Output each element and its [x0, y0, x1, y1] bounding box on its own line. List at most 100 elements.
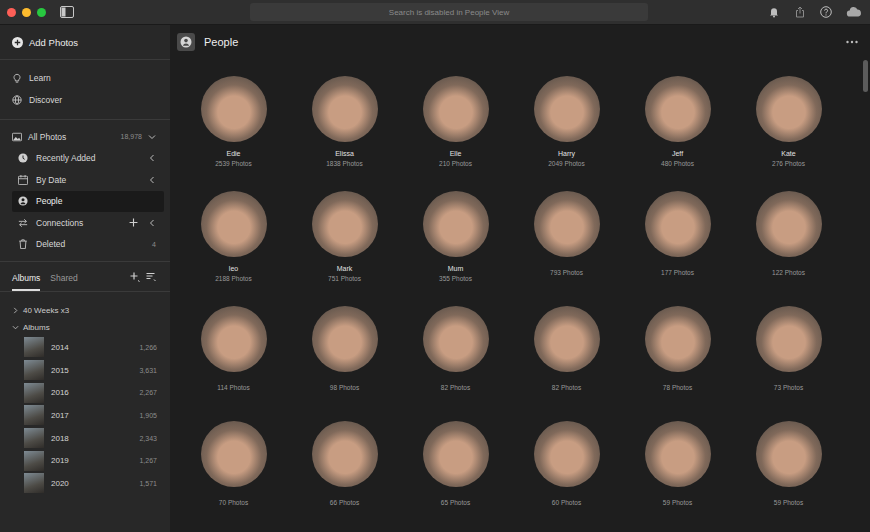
- face-photo[interactable]: [423, 306, 489, 372]
- face-photo[interactable]: [534, 306, 600, 372]
- person-card[interactable]: 66 Photos: [289, 421, 400, 532]
- person-card[interactable]: Elissa 1838 Photos: [289, 76, 400, 191]
- person-card[interactable]: 59 Photos: [622, 421, 733, 532]
- person-card[interactable]: 70 Photos: [178, 421, 289, 532]
- help-icon[interactable]: [820, 6, 832, 18]
- person-card[interactable]: 60 Photos: [511, 421, 622, 532]
- person-name[interactable]: Edie: [226, 149, 240, 159]
- chevron-left-icon[interactable]: [148, 219, 156, 227]
- face-photo[interactable]: [756, 191, 822, 257]
- person-card[interactable]: 98 Photos: [289, 306, 400, 421]
- face-photo[interactable]: [201, 191, 267, 257]
- plus-icon[interactable]: [129, 218, 138, 227]
- album-item[interactable]: 2015 3,631: [0, 359, 170, 382]
- plus-icon[interactable]: [130, 272, 140, 282]
- person-name[interactable]: Harry: [558, 149, 575, 159]
- bell-icon[interactable]: [768, 6, 780, 18]
- library-item[interactable]: Deleted 4: [12, 234, 164, 256]
- zoom-button[interactable]: [37, 8, 46, 17]
- library-item-label[interactable]: Connections: [36, 218, 121, 228]
- chevron-left-icon[interactable]: [148, 154, 156, 162]
- person-card[interactable]: Mark 751 Photos: [289, 191, 400, 306]
- sidebar-toggle-icon[interactable]: [60, 6, 74, 18]
- library-item[interactable]: By Date: [12, 169, 164, 191]
- chevron-down-icon[interactable]: [12, 324, 19, 331]
- album-name[interactable]: 2014: [51, 343, 132, 352]
- cloud-icon[interactable]: [846, 6, 862, 18]
- library-item-label[interactable]: By Date: [36, 175, 140, 185]
- album-item[interactable]: 2017 1,905: [0, 404, 170, 427]
- album-tab[interactable]: Albums: [12, 273, 40, 291]
- library-item-label[interactable]: Deleted: [36, 239, 144, 249]
- person-card[interactable]: Mum 355 Photos: [400, 191, 511, 306]
- face-photo[interactable]: [645, 421, 711, 487]
- share-icon[interactable]: [794, 6, 806, 18]
- album-item[interactable]: 2020 1,571: [0, 472, 170, 495]
- person-card[interactable]: Harry 2049 Photos: [511, 76, 622, 191]
- person-card[interactable]: Jeff 480 Photos: [622, 76, 733, 191]
- person-card[interactable]: 82 Photos: [400, 306, 511, 421]
- album-item[interactable]: 2016 2,267: [0, 381, 170, 404]
- face-photo[interactable]: [645, 306, 711, 372]
- person-name[interactable]: Mum: [448, 264, 464, 274]
- chevron-left-icon[interactable]: [148, 176, 156, 184]
- face-photo[interactable]: [201, 306, 267, 372]
- library-item[interactable]: People: [12, 191, 164, 213]
- album-folder-label[interactable]: Albums: [23, 323, 158, 332]
- face-photo[interactable]: [423, 191, 489, 257]
- scrollbar-thumb[interactable]: [863, 60, 868, 92]
- plus-circle-icon[interactable]: [12, 37, 23, 48]
- face-photo[interactable]: [534, 421, 600, 487]
- minimize-button[interactable]: [22, 8, 31, 17]
- face-photo[interactable]: [534, 76, 600, 142]
- sidebar-toggle-button[interactable]: [60, 6, 74, 18]
- album-item[interactable]: 2018 2,343: [0, 427, 170, 450]
- album-folder[interactable]: 40 Weeks x3: [0, 302, 170, 319]
- person-card[interactable]: 793 Photos: [511, 191, 622, 306]
- face-photo[interactable]: [312, 76, 378, 142]
- face-photo[interactable]: [756, 421, 822, 487]
- person-card[interactable]: 78 Photos: [622, 306, 733, 421]
- face-photo[interactable]: [423, 421, 489, 487]
- library-item-label[interactable]: People: [36, 196, 156, 206]
- library-item-label[interactable]: Recently Added: [36, 153, 140, 163]
- person-card[interactable]: 114 Photos: [178, 306, 289, 421]
- person-card[interactable]: 122 Photos: [733, 191, 844, 306]
- all-photos-label[interactable]: All Photos: [28, 132, 115, 142]
- library-item[interactable]: Connections: [12, 212, 164, 234]
- sidebar-link-label[interactable]: Learn: [29, 73, 158, 83]
- person-card[interactable]: 82 Photos: [511, 306, 622, 421]
- more-options-icon[interactable]: [846, 40, 858, 44]
- face-photo[interactable]: [534, 191, 600, 257]
- album-item[interactable]: 2019 1,267: [0, 449, 170, 472]
- person-card[interactable]: Edie 2539 Photos: [178, 76, 289, 191]
- person-card[interactable]: 73 Photos: [733, 306, 844, 421]
- chevron-down-icon[interactable]: [148, 133, 156, 141]
- face-photo[interactable]: [756, 76, 822, 142]
- face-photo[interactable]: [645, 76, 711, 142]
- person-card[interactable]: Kate 276 Photos: [733, 76, 844, 191]
- sidebar-link[interactable]: Discover: [0, 89, 170, 111]
- person-name[interactable]: Kate: [781, 149, 795, 159]
- face-photo[interactable]: [312, 306, 378, 372]
- person-name[interactable]: Elle: [450, 149, 462, 159]
- face-photo[interactable]: [645, 191, 711, 257]
- person-card[interactable]: leo 2188 Photos: [178, 191, 289, 306]
- album-name[interactable]: 2019: [51, 456, 132, 465]
- album-item[interactable]: 2014 1,266: [0, 336, 170, 359]
- all-photos-item[interactable]: All Photos 18,978: [0, 126, 170, 148]
- face-photo[interactable]: [756, 306, 822, 372]
- sidebar-link-label[interactable]: Discover: [29, 95, 158, 105]
- album-folder-label[interactable]: 40 Weeks x3: [23, 306, 158, 315]
- person-name[interactable]: leo: [229, 264, 238, 274]
- album-name[interactable]: 2016: [51, 388, 132, 397]
- face-photo[interactable]: [423, 76, 489, 142]
- person-card[interactable]: 65 Photos: [400, 421, 511, 532]
- person-name[interactable]: Jeff: [672, 149, 683, 159]
- album-folder[interactable]: Albums: [0, 319, 170, 336]
- album-name[interactable]: 2018: [51, 434, 132, 443]
- close-button[interactable]: [7, 8, 16, 17]
- sidebar-link[interactable]: Learn: [0, 67, 170, 89]
- person-name[interactable]: Elissa: [335, 149, 354, 159]
- album-name[interactable]: 2017: [51, 411, 132, 420]
